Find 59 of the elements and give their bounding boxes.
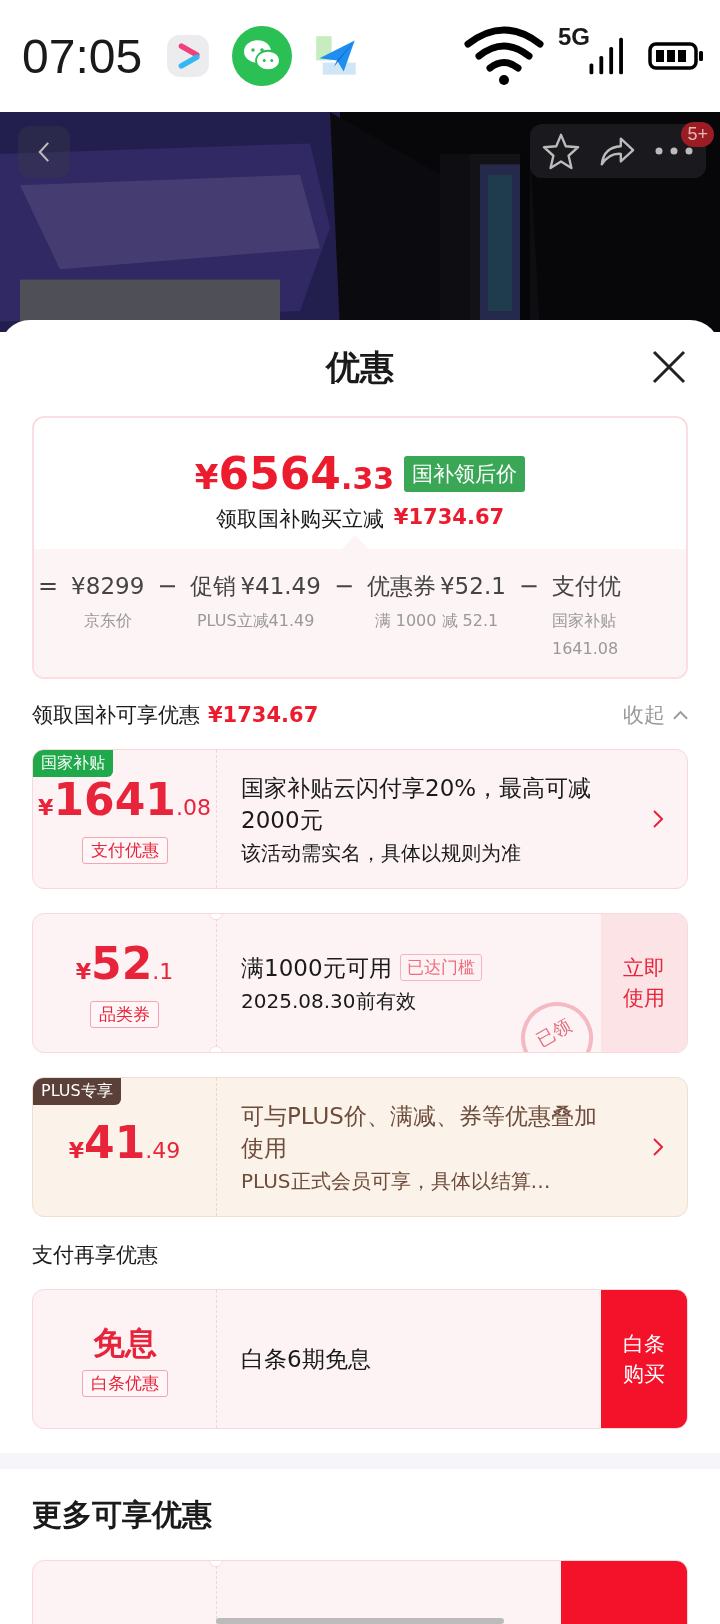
coupon-subtitle: PLUS正式会员可享，具体以结算… (241, 1167, 552, 1195)
chat-app-icon (232, 26, 293, 86)
video-app-icon (166, 34, 211, 78)
star-icon[interactable] (542, 132, 580, 170)
coupon-amount: ¥41.49 (68, 1118, 181, 1170)
coupon-amount: ¥52.1 (75, 938, 174, 991)
chevron-right-icon[interactable] (653, 1138, 663, 1156)
breakdown-caption: PLUS立减41.49 (196, 611, 315, 631)
coupon-title: 满1000元可用 (241, 953, 392, 983)
coupon-action-button[interactable]: 白条购买 (601, 1290, 687, 1428)
breakdown-caption: 京东价 (83, 611, 132, 631)
sheet-title: 优惠 (326, 346, 394, 389)
section-title: 更多可享优惠 (32, 1496, 213, 1534)
operator-sign: = (38, 571, 59, 602)
coupon-title: 国家补贴云闪付享20%，最高可减2000元 (241, 773, 593, 835)
more-icon[interactable] (654, 146, 694, 156)
operator-sign: − (157, 571, 178, 602)
coupon-label: 白条优惠 (81, 1369, 168, 1397)
threshold-tag: 已达门槛 (399, 954, 482, 981)
close-icon[interactable] (652, 350, 686, 384)
price-tag: 国补领后价 (404, 455, 526, 492)
coupon-headline: 免息 (92, 1322, 157, 1364)
network-type: 5G (558, 23, 590, 51)
breakdown-value: ¥52.1 (440, 572, 506, 601)
saving-amount: ¥1734.67 (393, 505, 505, 531)
coupon-subtitle: 该活动需实名，具体以规则为准 (241, 839, 522, 867)
caret-icon (673, 710, 688, 720)
coupon-action-button[interactable]: 立即使用 (601, 914, 687, 1052)
breakdown-value: ¥41.49 (240, 572, 321, 601)
back-button[interactable] (18, 126, 70, 178)
coupon-label: 支付优惠 (81, 836, 168, 864)
breakdown-caption: 1641.08 (551, 639, 619, 659)
paper-plane-app-icon (314, 34, 359, 78)
corner-tag: 国家补贴 (33, 750, 113, 777)
coupon-title: 白条6期免息 (241, 1345, 371, 1374)
operator-sign: − (333, 571, 354, 602)
coupon-amount: ¥1641.08 (38, 774, 211, 827)
wifi-icon (464, 26, 544, 86)
breakdown-name: 支付优 (551, 572, 621, 601)
back-icon (37, 141, 51, 163)
operator-sign: − (518, 571, 539, 602)
chevron-right-icon[interactable] (653, 810, 663, 828)
breakdown-value: ¥8299 (71, 572, 145, 601)
status-time: 07:05 (22, 28, 143, 84)
breakdown-name: 促销 (190, 572, 237, 601)
corner-tag: PLUS专享 (33, 1078, 121, 1105)
coupon-subtitle: 2025.08.30前有效 (241, 987, 417, 1015)
collapse-toggle[interactable]: 收起 (623, 701, 688, 729)
section-title: 领取国补可享优惠 (32, 702, 200, 729)
saving-label: 领取国补购买立减 (215, 506, 384, 533)
battery-icon (648, 41, 704, 71)
breakdown-caption: 满 1000 减 52.1 (374, 611, 499, 631)
section-amount: ¥1734.67 (208, 703, 319, 727)
final-price: ¥6564.33 (194, 448, 395, 499)
coupon-title: 可与PLUS价、满减、券等优惠叠加使用 (241, 1101, 598, 1163)
section-title: 支付再享优惠 (32, 1242, 158, 1269)
coupon-label: 品类券 (90, 1000, 159, 1028)
breakdown-name: 优惠券 (367, 572, 436, 601)
breakdown-caption: 国家补贴 (551, 611, 616, 631)
